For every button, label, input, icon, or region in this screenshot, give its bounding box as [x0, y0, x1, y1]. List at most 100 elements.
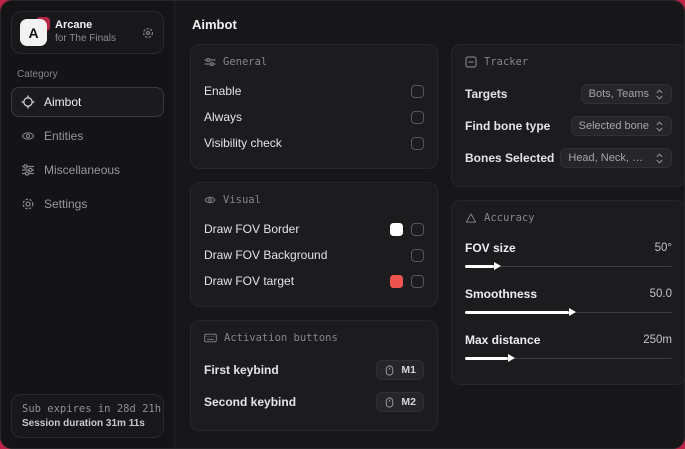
setting-row-second-keybind: Second keybind M2 — [204, 386, 424, 418]
page-title: Aimbot — [192, 17, 237, 32]
left-column: General Enable Always Visibility check V… — [190, 44, 438, 431]
setting-row-enable: Enable — [204, 78, 424, 104]
eye-icon — [204, 194, 216, 206]
slider-row-smoothness: Smoothness 50.0 — [465, 280, 672, 326]
crosshair-settings-icon[interactable] — [141, 26, 155, 40]
setting-row-fov-target: Draw FOV target — [204, 268, 424, 294]
session-duration-text: Session duration 31m 11s — [22, 418, 145, 429]
bones-selected-dropdown[interactable]: Head, Neck, Body, Pe... — [560, 148, 672, 168]
subscription-info-card: Sub expires in 28d 21h Session duration … — [11, 394, 164, 438]
sidebar-item-settings[interactable]: Settings — [11, 189, 164, 219]
card-title: Visual — [223, 194, 261, 206]
first-keybind-button[interactable]: M1 — [376, 360, 424, 380]
sidebar-item-label: Entities — [44, 129, 84, 143]
find-bone-type-dropdown[interactable]: Selected bone — [570, 116, 672, 136]
profile-text: Arcane for The Finals — [55, 19, 133, 45]
main-panel: Aimbot General Enable Always Visibility … — [175, 1, 684, 448]
setting-row-find-bone-type: Find bone type Selected bone — [465, 110, 672, 142]
app-name: Arcane — [55, 19, 93, 32]
card-title: General — [223, 56, 268, 68]
mouse-icon — [384, 364, 395, 376]
setting-row-targets: Targets Bots, Teams — [465, 78, 672, 110]
sidebar-item-label: Aimbot — [44, 95, 82, 109]
targets-dropdown[interactable]: Bots, Teams — [580, 84, 672, 104]
visibility-check-checkbox[interactable] — [411, 136, 424, 150]
sliders-icon — [21, 163, 35, 177]
slider-value: 250m — [643, 334, 672, 346]
app-logo: A — [20, 17, 50, 46]
slider-fill[interactable] — [465, 262, 501, 270]
profile-card: A Arcane for The Finals — [11, 11, 164, 54]
setting-row-first-keybind: First keybind M1 — [204, 354, 424, 386]
setting-label: Enable — [204, 84, 242, 98]
slider-label: Smoothness — [465, 287, 538, 301]
fov-target-checkbox[interactable] — [411, 274, 424, 288]
dropdown-value: Selected bone — [578, 120, 649, 132]
dropdown-value: Bots, Teams — [588, 88, 649, 100]
tracker-icon — [465, 56, 477, 68]
fov-target-color-swatch[interactable] — [390, 274, 403, 288]
setting-row-fov-border: Draw FOV Border — [204, 216, 424, 242]
sidebar-item-entities[interactable]: Entities — [11, 121, 164, 151]
enable-checkbox[interactable] — [411, 84, 424, 98]
tracker-card: Tracker Targets Bots, Teams Find bone ty… — [451, 44, 684, 187]
fov-border-color-swatch[interactable] — [390, 222, 403, 236]
card-title: Accuracy — [484, 212, 535, 224]
sidebar-item-aimbot[interactable]: Aimbot — [11, 87, 164, 117]
setting-row-bones-selected: Bones Selected Head, Neck, Body, Pe... — [465, 142, 672, 174]
always-checkbox[interactable] — [411, 110, 424, 124]
logo-letter: A — [20, 19, 47, 46]
second-keybind-button[interactable]: M2 — [376, 392, 424, 412]
card-title: Activation buttons — [224, 332, 338, 344]
setting-label: Draw FOV target — [204, 274, 295, 288]
slider-row-max-distance: Max distance 250m — [465, 326, 672, 372]
sidebar: A Arcane for The Finals Category Aimbot … — [1, 1, 175, 448]
unfold-more-icon — [655, 120, 664, 132]
slider-fill[interactable] — [465, 308, 575, 316]
fov-border-checkbox[interactable] — [411, 222, 424, 236]
slider-row-fov-size: FOV size 50° — [465, 234, 672, 280]
setting-label: Targets — [465, 87, 508, 101]
keybind-value: M2 — [401, 396, 416, 408]
category-label: Category — [17, 69, 58, 80]
keyboard-icon — [204, 332, 217, 344]
sliders-icon — [204, 56, 216, 68]
sidebar-item-label: Settings — [44, 197, 88, 211]
setting-row-always: Always — [204, 104, 424, 130]
triangle-icon — [465, 212, 477, 224]
setting-label: First keybind — [204, 363, 279, 377]
sub-expiry-text: Sub expires in 28d 21h — [22, 403, 162, 415]
setting-label: Draw FOV Border — [204, 222, 300, 236]
crosshair-icon — [21, 95, 35, 109]
setting-row-visibility-check: Visibility check — [204, 130, 424, 156]
slider-label: FOV size — [465, 241, 516, 255]
fov-background-checkbox[interactable] — [411, 248, 424, 262]
slider-fill[interactable] — [465, 354, 517, 362]
sidebar-nav: Aimbot Entities Miscellaneous Settings — [11, 87, 164, 219]
slider-label: Max distance — [465, 333, 541, 347]
general-card: General Enable Always Visibility check — [190, 44, 438, 169]
smoothness-slider[interactable] — [465, 307, 672, 317]
setting-label: Always — [204, 110, 243, 124]
setting-label: Draw FOV Background — [204, 248, 328, 262]
sidebar-item-miscellaneous[interactable]: Miscellaneous — [11, 155, 164, 185]
setting-label: Visibility check — [204, 136, 282, 150]
eye-icon — [21, 129, 35, 143]
unfold-more-icon — [655, 152, 664, 164]
activation-buttons-card: Activation buttons First keybind M1 Seco… — [190, 320, 438, 431]
mouse-icon — [384, 396, 395, 408]
sidebar-item-label: Miscellaneous — [44, 163, 121, 177]
slider-value: 50° — [654, 242, 672, 254]
dropdown-value: Head, Neck, Body, Pe... — [568, 152, 649, 164]
slider-value: 50.0 — [649, 288, 672, 300]
setting-label: Second keybind — [204, 395, 297, 409]
max-distance-slider[interactable] — [465, 353, 672, 363]
setting-label: Find bone type — [465, 119, 551, 133]
visual-card: Visual Draw FOV Border Draw FOV Backgrou… — [190, 182, 438, 307]
keybind-value: M1 — [401, 364, 416, 376]
gear-icon — [21, 197, 35, 211]
setting-row-fov-background: Draw FOV Background — [204, 242, 424, 268]
accuracy-card: Accuracy FOV size 50° Smoothness 50.0 Ma… — [451, 200, 684, 385]
fov-size-slider[interactable] — [465, 261, 672, 271]
unfold-more-icon — [655, 88, 664, 100]
